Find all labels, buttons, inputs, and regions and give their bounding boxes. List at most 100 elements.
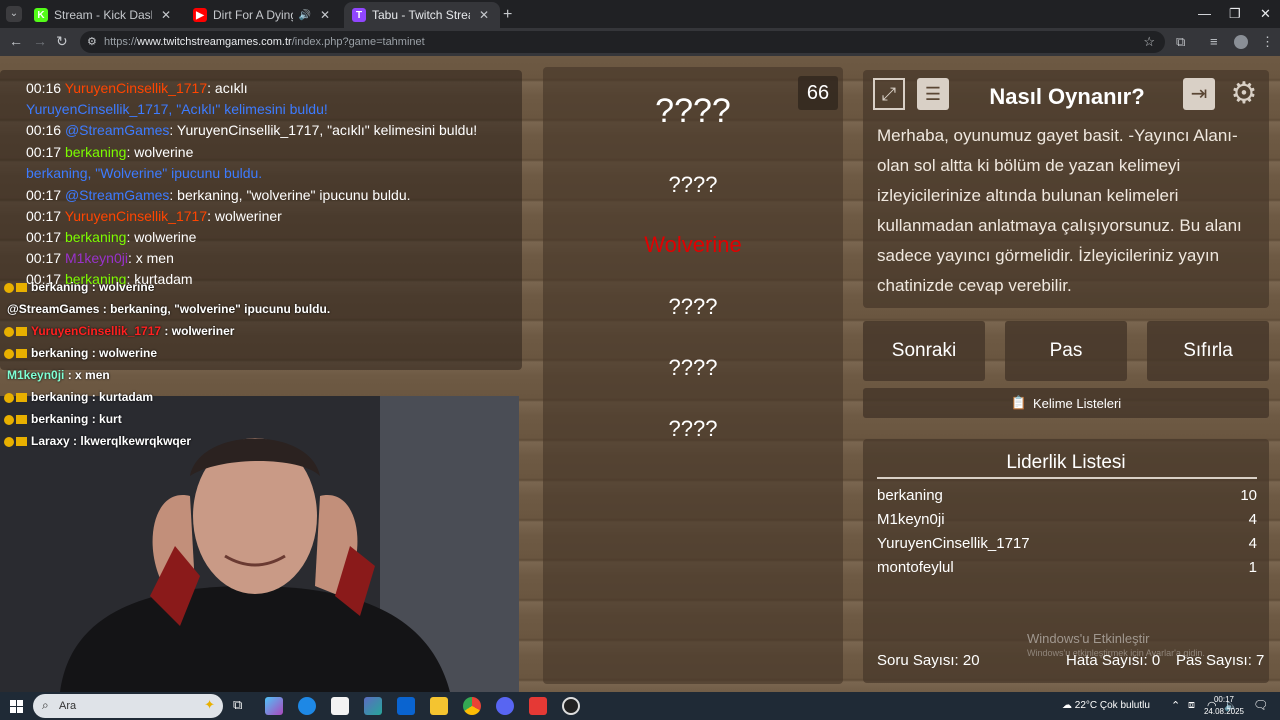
forbidden-word: ???? [668, 172, 718, 197]
subscriber-badge-icon [16, 283, 27, 293]
player-score: 10 [1240, 487, 1257, 504]
outlook-icon[interactable] [397, 697, 415, 715]
bookmark-star-icon[interactable]: ☆ [1143, 34, 1155, 50]
chat-username[interactable]: berkaning [65, 229, 127, 245]
tab-close-icon[interactable]: ✕ [317, 8, 333, 22]
extensions-icon[interactable]: ⧉ [1176, 34, 1185, 50]
file-explorer-icon[interactable] [430, 697, 448, 715]
logout-icon[interactable]: ⇥ [1183, 78, 1215, 110]
howto-text-line: izleyicilerinize altında bulunan kelimel… [877, 186, 1179, 205]
overlay-text: : berkaning, "wolverine" ipucunu buldu. [99, 302, 331, 316]
tab-audio-icon[interactable]: 🔊 [299, 10, 311, 21]
overlay-username: berkaning [31, 280, 89, 294]
notes-icon[interactable]: ☰ [917, 78, 949, 110]
tab-favicon-icon: ▶ [193, 8, 207, 22]
chat-message: 00:16 YuruyenCinsellik_1717: acıklı [26, 80, 248, 96]
edge-icon[interactable] [298, 697, 316, 715]
tab-close-icon[interactable]: ✕ [158, 8, 174, 22]
close-window-icon[interactable]: ✕ [1260, 6, 1271, 22]
settings-gear-icon[interactable]: ⚙ [1228, 78, 1260, 110]
howto-text-line: chatinizde cevap verebilir. [877, 276, 1072, 295]
windows-start-icon[interactable] [10, 700, 23, 713]
tray-icon[interactable]: ⧈ [1188, 699, 1195, 712]
app-w-icon[interactable] [529, 697, 547, 715]
player-name: berkaning [877, 487, 943, 504]
chat-timestamp: 00:17 [26, 229, 62, 245]
overlay-username: Laraxy [31, 434, 70, 448]
notifications-icon[interactable]: 🗨 [1253, 698, 1268, 712]
profile-avatar[interactable] [1234, 35, 1248, 49]
media-control-icon[interactable]: ≡ [1210, 34, 1218, 49]
site-info-icon[interactable]: ⚙ [87, 35, 97, 48]
overlay-username: YuruyenCinsellik_1717 [31, 324, 162, 338]
task-view-icon[interactable]: ⧉ [233, 697, 251, 715]
subscriber-badge-icon [16, 327, 27, 337]
chat-username[interactable]: @StreamGames [65, 187, 169, 203]
reset-button[interactable]: Sıfırla [1147, 321, 1269, 381]
discord-icon[interactable] [496, 697, 514, 715]
url-host: www.twitchstreamgames.com.tr [137, 36, 292, 48]
new-tab-button[interactable]: + [503, 6, 512, 24]
chrome-icon[interactable] [463, 697, 481, 715]
clock-time[interactable]: 00:17 [1204, 695, 1244, 704]
pass-button[interactable]: Pas [1005, 321, 1127, 381]
back-icon[interactable]: ← [9, 33, 23, 49]
clock-date[interactable]: 24.08.2025 [1198, 707, 1250, 716]
chat-text: : wolverine [126, 144, 194, 160]
chat-username[interactable]: berkaning, [26, 165, 91, 181]
tab-title: Dirt For A Dying Sun - YouT [213, 8, 293, 22]
taskbar-search[interactable]: ⌕ Ara ✦ [33, 694, 223, 718]
word-lists-button[interactable]: 📋 Kelime Listeleri [863, 388, 1269, 418]
chat-username[interactable]: M1keyn0ji [65, 250, 128, 266]
fullscreen-icon[interactable]: ⤢ [873, 78, 905, 110]
leaderboard-row: M1keyn0ji 4 [877, 511, 1257, 528]
browser-tab[interactable]: T Tabu - Twitch Stream Games ✕ [344, 2, 500, 28]
browser-tab[interactable]: K Stream - Kick Dashboard ✕ [26, 2, 182, 28]
chat-text: : x men [127, 250, 174, 266]
browser-tab[interactable]: ▶ Dirt For A Dying Sun - YouT 🔊 ✕ [185, 2, 341, 28]
forward-icon[interactable]: → [33, 33, 47, 49]
tab-search-icon[interactable]: ⌄ [6, 6, 22, 22]
obs-icon[interactable] [562, 697, 580, 715]
browser-toolbar: ← → ↻ ⚙ https://www.twitchstreamgames.co… [0, 28, 1280, 56]
next-button[interactable]: Sonraki [863, 321, 985, 381]
forbidden-word: Wolverine [644, 232, 742, 257]
howto-text-line: sadece yayıncı görmelidir. İzleyicilerin… [877, 246, 1220, 265]
badge-icon [4, 392, 14, 403]
watermark-title: Windows'u Etkinleştir [1027, 631, 1150, 646]
chat-username[interactable]: YuruyenCinsellik_1717, [26, 101, 172, 117]
howto-text-line: Merhaba, oyunumuz gayet basit. -Yayıncı … [877, 126, 1238, 145]
address-bar[interactable]: ⚙ https://www.twitchstreamgames.com.tr/i… [80, 31, 1165, 53]
player-name: YuruyenCinsellik_1717 [877, 535, 1030, 552]
leaderboard-row: montofeylul 1 [877, 559, 1257, 576]
teams-icon[interactable] [364, 697, 382, 715]
overlay-username: berkaning [31, 412, 89, 426]
chat-username[interactable]: @StreamGames [65, 122, 169, 138]
page-content: 00:16 YuruyenCinsellik_1717: acıklı Yuruy… [0, 56, 1280, 692]
tab-close-icon[interactable]: ✕ [476, 8, 492, 22]
overlay-username: @StreamGames [7, 302, 100, 316]
leaderboard-divider [877, 477, 1257, 479]
subscriber-badge-icon [16, 415, 27, 425]
question-count: Soru Sayısı: 20 [877, 652, 980, 669]
howto-text-line: olan sol altta ki bölüm de yazan kelimey… [877, 156, 1181, 175]
menu-icon[interactable]: ⋮ [1261, 34, 1274, 50]
copilot-icon[interactable] [265, 697, 283, 715]
overlay-chat-message: berkaning : wolverine [4, 280, 154, 294]
minimize-icon[interactable]: — [1198, 6, 1211, 21]
cloud-icon: ☁ [1062, 700, 1072, 711]
search-highlight-icon: ✦ [204, 697, 215, 712]
restore-icon[interactable]: ❐ [1229, 6, 1241, 22]
tray-chevron-icon[interactable]: ⌃ [1171, 699, 1180, 712]
chat-username[interactable]: berkaning [65, 144, 127, 160]
weather-widget[interactable]: ☁ 22°C Çok bulutlu [1062, 700, 1150, 711]
player-score: 4 [1248, 535, 1257, 552]
chat-timestamp: 00:16 [26, 122, 62, 138]
overlay-chat-message: YuruyenCinsellik_1717 : wolweriner [4, 324, 234, 338]
chat-username[interactable]: YuruyenCinsellik_1717 [65, 208, 207, 224]
overlay-text: : lkwerqlkewrqkwqer [69, 434, 192, 448]
reload-icon[interactable]: ↻ [56, 33, 68, 50]
leaderboard-row: YuruyenCinsellik_1717 4 [877, 535, 1257, 552]
chat-username[interactable]: YuruyenCinsellik_1717 [65, 80, 207, 96]
store-icon[interactable] [331, 697, 349, 715]
